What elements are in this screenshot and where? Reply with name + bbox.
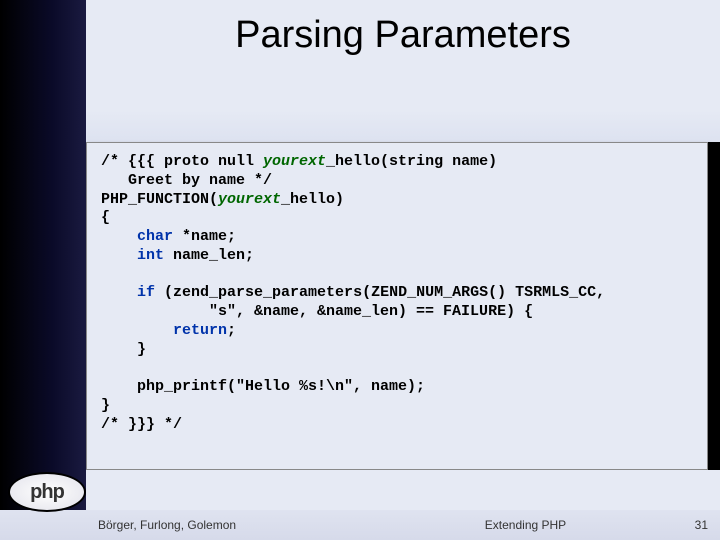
- footer-subject: Extending PHP: [383, 518, 668, 532]
- code-text: ;: [227, 322, 236, 339]
- code-block: /* {{{ proto null yourext_hello(string n…: [101, 153, 693, 434]
- code-blank: [101, 266, 110, 283]
- code-text: PHP_FUNCTION(: [101, 191, 218, 208]
- logo-text: php: [8, 468, 86, 516]
- code-blank: [101, 359, 110, 376]
- code-text: name_len;: [164, 247, 254, 264]
- php-logo: php: [8, 468, 86, 512]
- code-keyword: char: [137, 228, 173, 245]
- code-text: [101, 228, 137, 245]
- code-card: /* {{{ proto null yourext_hello(string n…: [86, 142, 708, 470]
- code-yourext: yourext: [263, 153, 326, 170]
- slide-title: Parsing Parameters: [235, 14, 571, 57]
- code-text: php_printf("Hello %s!\n", name);: [101, 378, 425, 395]
- code-text: /* }}} */: [101, 416, 182, 433]
- title-gap: [86, 70, 720, 142]
- footer-page: 31: [668, 518, 708, 532]
- code-text: _hello): [281, 191, 344, 208]
- code-text: {: [101, 209, 110, 226]
- code-keyword: int: [137, 247, 164, 264]
- code-keyword: if: [137, 284, 155, 301]
- code-text: [101, 284, 137, 301]
- code-text: _hello(string name): [326, 153, 497, 170]
- footer-bar: Börger, Furlong, Golemon Extending PHP 3…: [0, 510, 720, 540]
- code-text: *name;: [173, 228, 236, 245]
- sidebar-accent: [0, 0, 86, 540]
- code-text: }: [101, 397, 110, 414]
- code-yourext: yourext: [218, 191, 281, 208]
- code-text: "s", &name, &name_len) == FAILURE) {: [101, 303, 533, 320]
- code-text: [101, 247, 137, 264]
- title-band: Parsing Parameters: [86, 0, 720, 70]
- below-code-band: [86, 470, 720, 510]
- code-text: [101, 322, 173, 339]
- code-text: Greet by name */: [101, 172, 272, 189]
- code-text: (zend_parse_parameters(ZEND_NUM_ARGS() T…: [155, 284, 605, 301]
- code-text: }: [101, 341, 146, 358]
- code-keyword: return: [173, 322, 227, 339]
- code-text: /* {{{ proto null: [101, 153, 263, 170]
- footer-authors: Börger, Furlong, Golemon: [98, 518, 383, 532]
